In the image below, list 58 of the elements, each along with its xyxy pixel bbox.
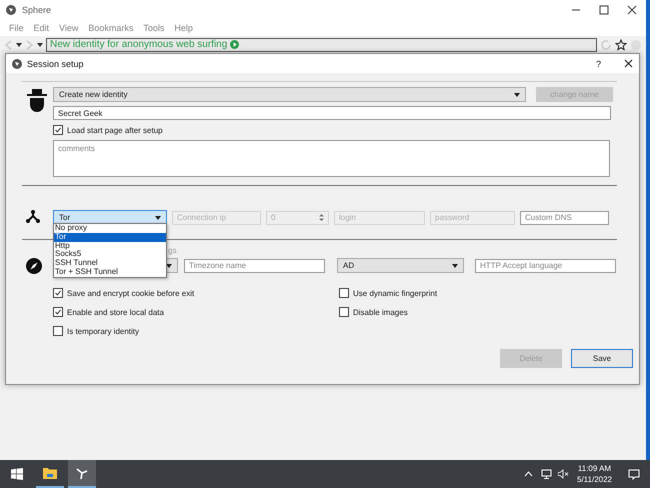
spinner-arrows-icon <box>319 213 324 222</box>
muted-speaker-icon[interactable] <box>558 469 569 479</box>
menu-item[interactable]: Bookmarks <box>83 23 138 33</box>
hat-figure-icon <box>26 87 48 113</box>
dropdown-option[interactable]: Tor <box>54 232 166 242</box>
close-icon[interactable] <box>624 59 633 68</box>
folder-icon[interactable] <box>43 467 57 479</box>
name-field[interactable]: Secret Geek <box>53 106 611 120</box>
chevron-up-icon[interactable] <box>524 471 533 477</box>
menu-item[interactable]: Tools <box>138 23 170 33</box>
caret-icon[interactable] <box>16 42 22 46</box>
checkbox[interactable] <box>53 288 63 298</box>
help-button[interactable]: ? <box>596 58 601 68</box>
checkbox-label: Load start page after setup <box>67 126 163 134</box>
window-title: Sphere <box>22 5 52 15</box>
notification-icon[interactable] <box>628 468 640 480</box>
comments-field[interactable]: comments <box>53 140 610 177</box>
caret-icon <box>452 264 458 268</box>
star-icon[interactable] <box>615 38 627 50</box>
checkbox-label: Use dynamic fingerprint <box>353 288 438 298</box>
checkbox-label: Disable images <box>353 308 408 316</box>
menu-item[interactable]: File <box>4 23 29 33</box>
clock-date[interactable]: 5/11/2022 <box>577 474 612 485</box>
play-icon <box>230 40 240 49</box>
identity-dropdown[interactable]: Create new identity <box>53 87 526 102</box>
menu-item[interactable]: Help <box>169 23 198 33</box>
dialog-title: Session setup <box>27 58 85 68</box>
text-field[interactable]: Custom DNS <box>520 210 609 224</box>
compass-icon <box>26 258 42 274</box>
dropdown-option[interactable]: Http <box>54 242 166 250</box>
checkbox[interactable] <box>53 307 63 317</box>
checkbox-label: Enable and store local data <box>67 308 164 316</box>
app-logo-icon <box>6 5 16 15</box>
windows-start-icon[interactable] <box>11 468 23 480</box>
caret-icon[interactable] <box>37 42 43 46</box>
app-logo-icon[interactable] <box>75 466 89 480</box>
menu-item[interactable]: Edit <box>28 23 54 33</box>
country-dropdown[interactable]: AD <box>337 258 464 273</box>
caret-icon <box>155 216 161 220</box>
menu-item[interactable]: View <box>54 23 84 33</box>
dropdown-option[interactable]: Tor + SSH Tunnel <box>54 268 166 277</box>
checkbox[interactable] <box>53 326 63 336</box>
dialog-button[interactable]: Save <box>571 349 633 368</box>
timezone-field[interactable]: Timezone name <box>184 258 325 272</box>
checkbox[interactable] <box>53 125 63 135</box>
checkbox[interactable] <box>339 288 349 298</box>
checkbox-label: Is temporary identity <box>67 326 140 336</box>
checkbox[interactable] <box>339 307 349 317</box>
language-field[interactable]: HTTP Accept language <box>475 258 616 272</box>
app-logo-icon <box>12 58 22 68</box>
checkbox-label: Save and encrypt cookie before exit <box>67 288 194 298</box>
section-label: gs <box>168 246 176 257</box>
dropdown-option[interactable]: No proxy <box>54 224 166 233</box>
clock-time[interactable]: 11:09 AM <box>578 463 612 474</box>
dropdown-option[interactable]: Socks5 <box>54 250 166 260</box>
caret-icon <box>166 264 172 268</box>
caret-icon <box>514 92 520 96</box>
dropdown-option[interactable]: SSH Tunnel <box>54 259 166 268</box>
